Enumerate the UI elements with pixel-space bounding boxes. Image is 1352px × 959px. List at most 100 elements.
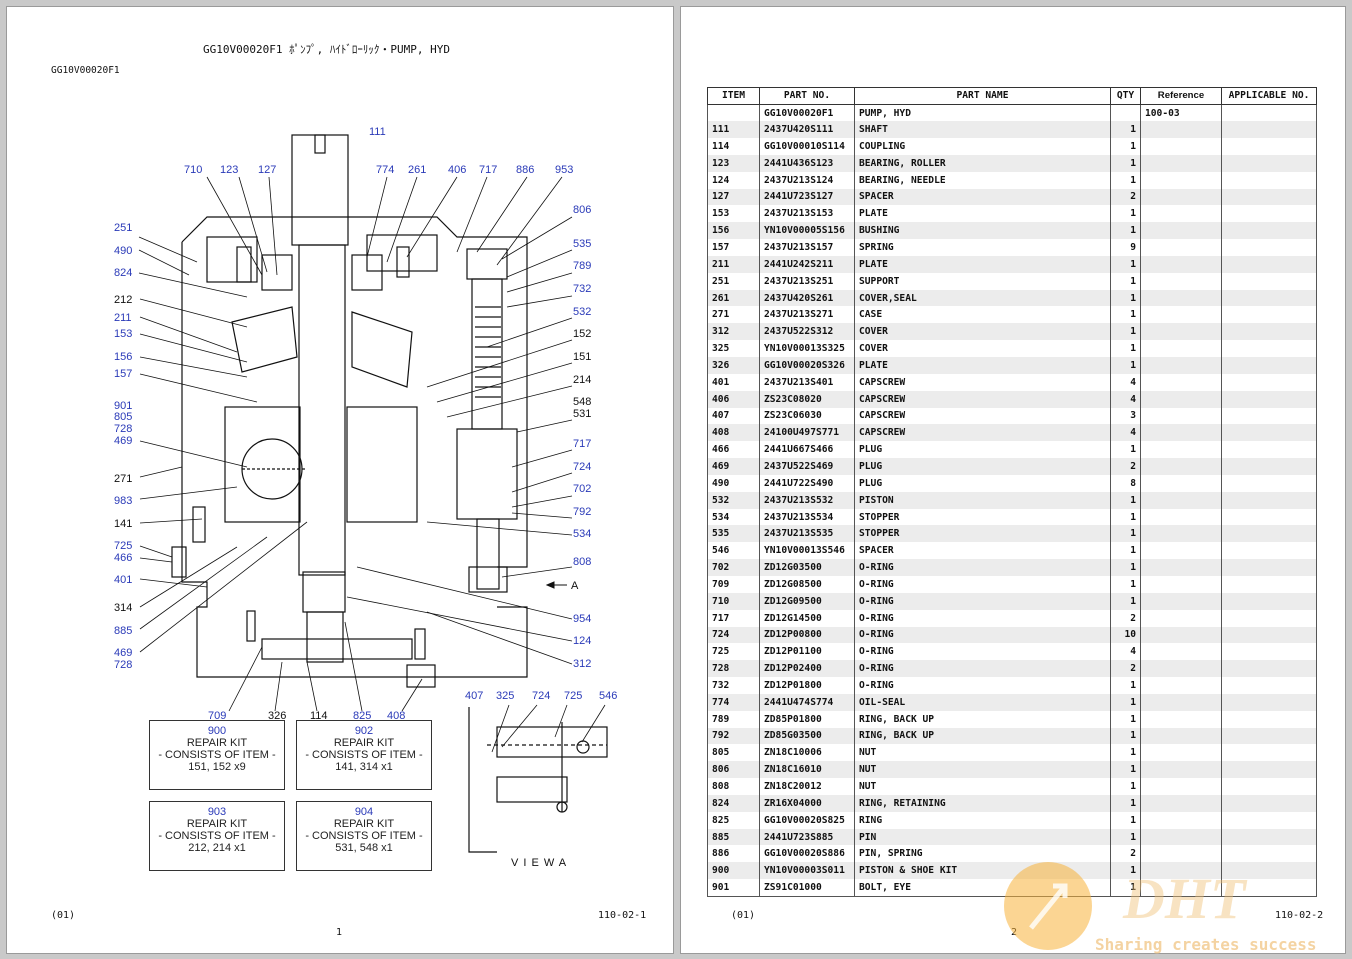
- cell-part-name: PLUG: [854, 458, 1111, 475]
- callout-label: 407: [465, 690, 483, 702]
- cell-qty: 4: [1110, 424, 1141, 442]
- column-header-part-name: PART NAME: [854, 87, 1111, 105]
- leader-line: [238, 176, 268, 273]
- kit-sub: - CONSISTS OF ITEM -: [158, 830, 276, 842]
- revision-code: (01): [731, 910, 756, 921]
- cell-reference: [1140, 508, 1222, 526]
- cell-applicable-no: [1221, 171, 1317, 189]
- cell-reference: [1140, 373, 1222, 391]
- cell-qty: 1: [1110, 491, 1141, 509]
- cell-item: 211: [707, 255, 760, 273]
- cell-part-no: 2437U213S153: [759, 205, 855, 223]
- cell-part-no: GG10V00020S326: [759, 357, 855, 374]
- leader-line: [139, 333, 248, 363]
- cell-qty: 3: [1110, 407, 1141, 425]
- cell-applicable-no: [1221, 441, 1317, 459]
- cell-reference: [1140, 222, 1222, 240]
- callout-label: 157: [114, 368, 132, 380]
- cell-part-no: GG10V00010S114: [759, 138, 855, 155]
- cell-item: 325: [707, 340, 760, 357]
- cell-applicable-no: [1221, 710, 1317, 728]
- cell-item: 728: [707, 660, 760, 678]
- cell-part-name: SHAFT: [854, 121, 1111, 139]
- cell-applicable-no: [1221, 575, 1317, 593]
- column-header-part-no: PART NO.: [759, 87, 855, 105]
- kit-items: 212, 214 x1: [188, 842, 246, 854]
- cell-item: 900: [707, 862, 760, 880]
- leader-line: [139, 578, 208, 588]
- cell-applicable-no: [1221, 660, 1317, 678]
- dht-watermark: DHT Sharing creates success: [1004, 862, 1317, 954]
- leader-line: [501, 566, 573, 578]
- table-row: 261 2437U420S261 COVER,SEAL 1: [707, 289, 1317, 307]
- cell-part-name: NUT: [854, 761, 1111, 779]
- cell-reference: [1140, 441, 1222, 459]
- table-row: 724 ZD12P00800 O-RING 10: [707, 626, 1317, 644]
- cell-part-no: 2437U522S312: [759, 323, 855, 341]
- table-row: 805 ZN18C10006 NUT 1: [707, 744, 1317, 762]
- leader-line: [486, 317, 573, 348]
- cell-qty: 2: [1110, 458, 1141, 475]
- callout-label: 111: [369, 126, 386, 138]
- cell-item: 792: [707, 727, 760, 745]
- leader-line: [501, 704, 538, 748]
- cell-item: 535: [707, 525, 760, 543]
- cell-item: 724: [707, 626, 760, 644]
- table-row: 824 ZR16X04000 RING, RETAINING 1: [707, 794, 1317, 812]
- cell-part-name: CASE: [854, 306, 1111, 324]
- kit-title: REPAIR KIT: [186, 818, 248, 830]
- cell-part-name: NUT: [854, 744, 1111, 762]
- cell-item: 326: [707, 357, 760, 374]
- cell-applicable-no: [1221, 626, 1317, 644]
- table-header-row: ITEM PART NO. PART NAME QTY Reference AP…: [707, 87, 1317, 105]
- cell-applicable-no: [1221, 289, 1317, 307]
- leader-line: [268, 176, 278, 276]
- table-row: 127 2441U723S127 SPACER 2: [707, 188, 1317, 206]
- table-row: 725 ZD12P01100 O-RING 4: [707, 643, 1317, 661]
- leader-line: [139, 536, 268, 630]
- cell-part-no: ZS23C08020: [759, 390, 855, 408]
- cell-part-no: 2441U474S774: [759, 693, 855, 711]
- cell-part-name: COVER: [854, 323, 1111, 341]
- callout-label: 271: [114, 473, 132, 485]
- cell-part-no: 2437U213S157: [759, 239, 855, 256]
- cell-qty: 4: [1110, 390, 1141, 408]
- cell-applicable-no: [1221, 121, 1317, 139]
- cell-reference: [1140, 575, 1222, 593]
- watermark-logo-text: DHT: [1122, 866, 1248, 931]
- cell-qty: 1: [1110, 441, 1141, 459]
- callout-label: 725: [564, 690, 582, 702]
- cell-qty: 1: [1110, 811, 1141, 829]
- cell-part-no: ZD12P00800: [759, 626, 855, 644]
- cell-reference: [1140, 592, 1222, 610]
- cell-item: 901: [707, 879, 760, 897]
- callout-label: 325: [496, 690, 514, 702]
- cell-item: 532: [707, 491, 760, 509]
- cell-reference: [1140, 205, 1222, 223]
- table-row: 490 2441U722S490 PLUG 8: [707, 474, 1317, 492]
- leader-line: [274, 661, 283, 712]
- column-header-item: ITEM: [707, 87, 760, 105]
- kit-sub: - CONSISTS OF ITEM -: [305, 749, 423, 761]
- cell-reference: [1140, 609, 1222, 627]
- cell-item: 111: [707, 121, 760, 139]
- callouts-view-a: 407 325 724 725 546: [465, 690, 617, 753]
- cell-part-name: O-RING: [854, 592, 1111, 610]
- leader-line: [506, 272, 573, 293]
- callout-label: 702: [573, 483, 591, 495]
- cell-item: 825: [707, 811, 760, 829]
- table-row: 312 2437U522S312 COVER 1: [707, 323, 1317, 341]
- leader-line: [506, 249, 573, 278]
- cell-item: 261: [707, 289, 760, 307]
- cell-applicable-no: [1221, 154, 1317, 172]
- cell-item: 702: [707, 559, 760, 576]
- cell-item: 401: [707, 373, 760, 391]
- cell-part-no: 2437U213S401: [759, 373, 855, 391]
- leader-line: [139, 486, 238, 500]
- cell-part-no: 2441U242S211: [759, 255, 855, 273]
- cell-applicable-no: [1221, 794, 1317, 812]
- cell-part-no: ZD12G14500: [759, 609, 855, 627]
- leader-line: [138, 272, 248, 298]
- cell-part-name: CAPSCREW: [854, 424, 1111, 442]
- cell-part-no: GG10V00020S825: [759, 811, 855, 829]
